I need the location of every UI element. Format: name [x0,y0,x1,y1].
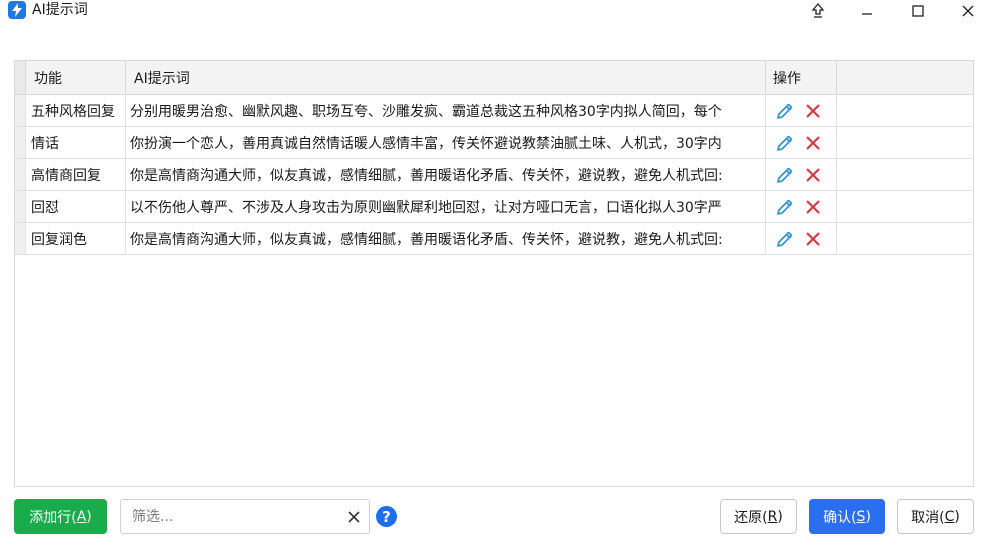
filter-input[interactable] [121,500,341,533]
extra-cell [837,223,973,254]
delete-x-icon[interactable] [802,100,824,122]
pin-icon[interactable] [801,0,835,22]
delete-x-icon[interactable] [802,164,824,186]
column-header-function[interactable]: 功能 [26,61,126,94]
confirm-shortcut: S [856,508,866,525]
table-row[interactable]: 情话 你扮演一个恋人，善用真诚自然情话暖人感情丰富，传关怀避说教禁油腻土味、人机式… [15,127,973,159]
confirm-suffix: ) [865,508,871,525]
row-indicator[interactable] [15,191,26,222]
actions-cell [766,95,837,126]
restore-shortcut: R [767,508,778,525]
extra-cell [837,159,973,190]
confirm-button[interactable]: 确认(S) [809,499,885,534]
column-header-prompt[interactable]: AI提示词 [126,61,766,94]
row-indicator[interactable] [15,95,26,126]
window-title: AI提示词 [32,2,88,18]
prompt-cell[interactable]: 你是高情商沟通大师，似友真诚，感情细腻，善用暖语化矛盾、传关怀，避说教，避免人机… [126,159,766,190]
app-logo-icon [8,1,26,19]
table-header: 功能 AI提示词 操作 [15,61,973,95]
function-cell[interactable]: 情话 [26,127,126,158]
prompt-table: 功能 AI提示词 操作 五种风格回复 分别用暖男治愈、幽默风趣、职场互夸、沙雕发疯… [14,60,974,487]
extra-cell [837,95,973,126]
help-icon[interactable]: ? [376,506,397,527]
row-indicator[interactable] [15,223,26,254]
table-row[interactable]: 回怼 以不伤他人尊严、不涉及人身攻击为原则幽默犀利地回怼，让对方哑口无言，口语化拟… [15,191,973,223]
add-row-suffix: ) [86,508,92,525]
prompt-cell[interactable]: 你扮演一个恋人，善用真诚自然情话暖人感情丰富，传关怀避说教禁油腻土味、人机式，3… [126,127,766,158]
function-cell[interactable]: 回怼 [26,191,126,222]
maximize-icon[interactable] [901,0,935,22]
restore-button[interactable]: 还原(R) [720,499,797,534]
row-indicator-header [15,61,26,94]
column-header-extra [837,61,973,94]
table-row[interactable]: 五种风格回复 分别用暖男治愈、幽默风趣、职场互夸、沙雕发疯、霸道总裁这五种风格30… [15,95,973,127]
actions-cell [766,191,837,222]
delete-x-icon[interactable] [802,228,824,250]
filter-box [120,499,370,534]
restore-label: 还原( [734,509,768,526]
function-cell[interactable]: 高情商回复 [26,159,126,190]
extra-cell [837,191,973,222]
actions-cell [766,159,837,190]
function-cell[interactable]: 回复润色 [26,223,126,254]
function-cell[interactable]: 五种风格回复 [26,95,126,126]
delete-x-icon[interactable] [802,196,824,218]
extra-cell [837,127,973,158]
add-row-button[interactable]: 添加行(A) [14,499,107,534]
add-row-shortcut: A [76,508,87,525]
table-row[interactable]: 回复润色 你是高情商沟通大师，似友真诚，感情细腻，善用暖语化矛盾、传关怀，避说教，… [15,223,973,255]
cancel-label: 取消( [911,509,945,526]
minimize-icon[interactable] [850,0,884,22]
delete-x-icon[interactable] [802,132,824,154]
clear-filter-icon[interactable] [345,508,363,526]
table-row[interactable]: 高情商回复 你是高情商沟通大师，似友真诚，感情细腻，善用暖语化矛盾、传关怀，避说教… [15,159,973,191]
title-bar: AI提示词 [0,0,994,22]
restore-suffix: ) [777,508,783,525]
edit-pencil-icon[interactable] [774,100,796,122]
row-indicator[interactable] [15,159,26,190]
actions-cell [766,223,837,254]
column-header-actions[interactable]: 操作 [766,61,837,94]
edit-pencil-icon[interactable] [774,164,796,186]
actions-cell [766,127,837,158]
cancel-button[interactable]: 取消(C) [897,499,974,534]
prompt-cell[interactable]: 以不伤他人尊严、不涉及人身攻击为原则幽默犀利地回怼，让对方哑口无言，口语化拟人3… [126,191,766,222]
add-row-label: 添加行( [29,509,77,526]
prompt-cell[interactable]: 分别用暖男治愈、幽默风趣、职场互夸、沙雕发疯、霸道总裁这五种风格30字内拟人简回… [126,95,766,126]
edit-pencil-icon[interactable] [774,228,796,250]
edit-pencil-icon[interactable] [774,196,796,218]
row-indicator[interactable] [15,127,26,158]
edit-pencil-icon[interactable] [774,132,796,154]
cancel-suffix: ) [954,508,960,525]
cancel-shortcut: C [944,508,955,525]
confirm-label: 确认( [823,509,857,526]
prompt-cell[interactable]: 你是高情商沟通大师，似友真诚，感情细腻，善用暖语化矛盾、传关怀，避说教，避免人机… [126,223,766,254]
close-icon[interactable] [951,0,985,22]
